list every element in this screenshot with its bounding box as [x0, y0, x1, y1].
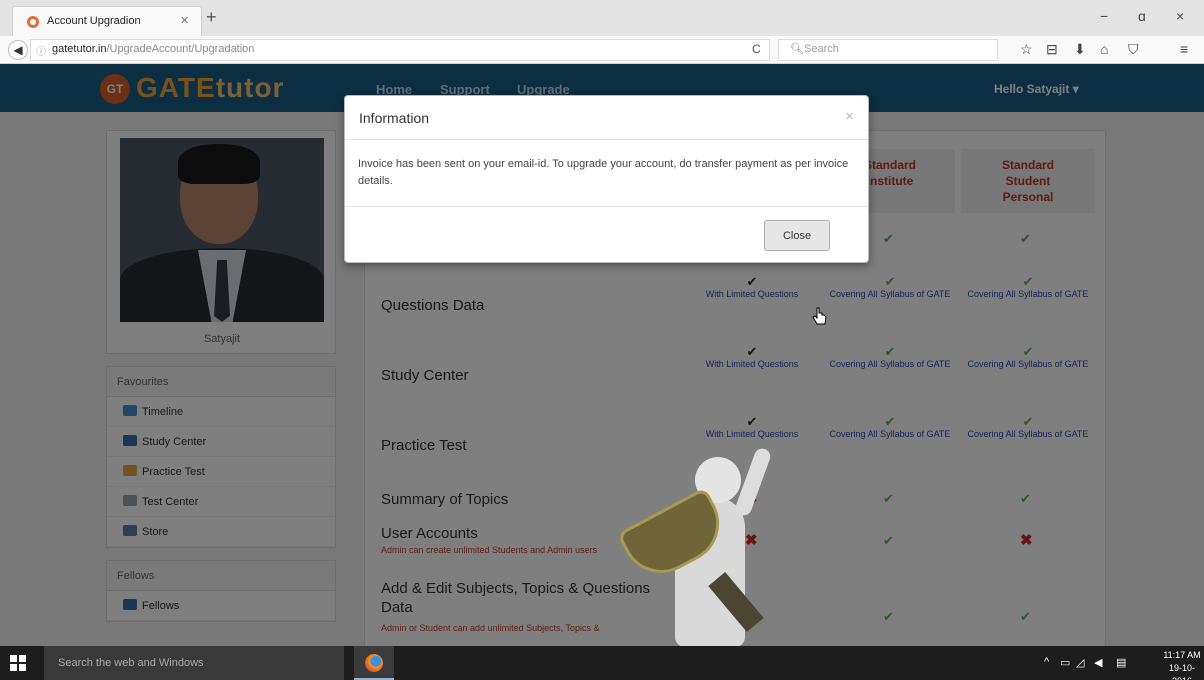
information-modal: Information × Invoice has been sent on y… [344, 95, 869, 263]
url-path: /UpgradeAccount/Upgradation [106, 43, 255, 55]
browser-tab[interactable]: Account Upgradion × [12, 6, 202, 36]
menu-icon[interactable]: ≡ [1180, 41, 1188, 57]
tray-volume-icon[interactable]: ◀ [1094, 656, 1102, 669]
hand-cursor-icon [812, 307, 827, 325]
taskbar-search-input[interactable]: Search the web and Windows [44, 646, 344, 680]
modal-title: Information [359, 110, 430, 126]
windows-taskbar: Search the web and Windows ^ ▭ ◿ ◀ ▤ 11:… [0, 646, 1204, 680]
site-info-icon[interactable]: ⓘ [36, 43, 46, 58]
minimize-icon[interactable]: − [1100, 8, 1108, 24]
tray-network-icon[interactable]: ◿ [1076, 656, 1084, 669]
modal-message: Invoice has been sent on your email-id. … [358, 158, 849, 187]
home-icon[interactable]: ⌂ [1100, 41, 1108, 57]
browser-search-placeholder: Search [804, 43, 839, 55]
modal-close-icon[interactable]: × [845, 108, 854, 125]
close-window-icon[interactable]: × [1176, 8, 1184, 24]
taskbar-clock[interactable]: 11:17 AM 19-10-2016 [1160, 649, 1204, 680]
clock-time: 11:17 AM [1163, 650, 1201, 660]
page-content: GT GATEtutor Home Support Upgrade Hello … [0, 64, 1204, 646]
url-text[interactable]: gatetutor.in/UpgradeAccount/Upgradation [52, 43, 254, 55]
new-tab-icon[interactable]: + [206, 7, 217, 28]
library-icon[interactable]: ⊟ [1046, 41, 1058, 58]
modal-footer-divider [345, 206, 868, 207]
tray-tablet-icon[interactable]: ▭ [1060, 656, 1070, 669]
browser-nav-bar: ◀ ⓘ gatetutor.in/UpgradeAccount/Upgradat… [0, 36, 1204, 64]
bookmark-star-icon[interactable]: ☆ [1020, 41, 1033, 58]
clock-date: 19-10-2016 [1168, 663, 1195, 680]
download-icon[interactable]: ⬇ [1074, 41, 1086, 58]
tray-notification-icon[interactable]: ▤ [1116, 656, 1126, 669]
firefox-favicon-icon [27, 16, 39, 28]
windows-start-icon[interactable] [10, 655, 26, 671]
browser-tab-bar: Account Upgradion × + − ɑ × [0, 0, 1204, 36]
modal-header: Information × [345, 96, 868, 140]
search-icon: 🔍︎ [790, 43, 804, 55]
back-arrow-icon[interactable]: ◀ [8, 40, 28, 60]
url-domain: gatetutor.in [52, 43, 107, 55]
reload-icon[interactable]: C [752, 42, 761, 56]
pocket-icon[interactable]: ⛉ [1128, 41, 1139, 58]
close-button[interactable]: Close [764, 220, 830, 251]
taskbar-search-placeholder: Search the web and Windows [58, 657, 204, 669]
tab-title: Account Upgradion [47, 15, 141, 27]
tray-chevron-icon[interactable]: ^ [1044, 656, 1049, 668]
tab-close-icon[interactable]: × [180, 12, 189, 29]
restore-icon[interactable]: ɑ [1138, 8, 1146, 24]
trophy-illustration [605, 437, 825, 646]
firefox-icon [365, 654, 383, 672]
firefox-taskbar-button[interactable] [354, 646, 394, 680]
